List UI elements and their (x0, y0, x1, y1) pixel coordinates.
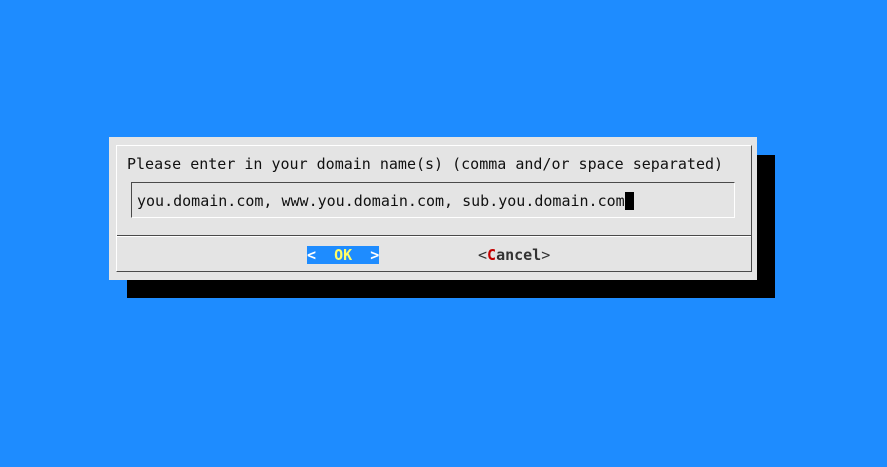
cancel-label-rest: ancel (496, 246, 542, 264)
terminal-screen: Please enter in your domain name(s) (com… (0, 0, 887, 467)
ok-close-bracket: > (370, 246, 380, 264)
input-dialog: Please enter in your domain name(s) (com… (109, 137, 757, 280)
ok-open-bracket: < (307, 246, 317, 264)
dialog-prompt: Please enter in your domain name(s) (com… (127, 155, 724, 173)
domain-input-field[interactable]: you.domain.com, www.you.domain.com, sub.… (131, 182, 735, 218)
ok-button[interactable]: < OK > (307, 246, 379, 264)
cancel-close-bracket: > (541, 246, 551, 264)
button-separator (117, 235, 751, 237)
cancel-hotkey: C (487, 246, 497, 264)
domain-input-text[interactable]: you.domain.com, www.you.domain.com, sub.… (137, 192, 634, 210)
cancel-open-bracket: < (478, 246, 488, 264)
cancel-button[interactable]: <Cancel> (478, 246, 550, 264)
domain-input-value: you.domain.com, www.you.domain.com, sub.… (137, 192, 625, 210)
ok-hotkey: O (334, 246, 344, 264)
ok-label-rest: K (343, 246, 353, 264)
text-cursor (624, 192, 634, 210)
